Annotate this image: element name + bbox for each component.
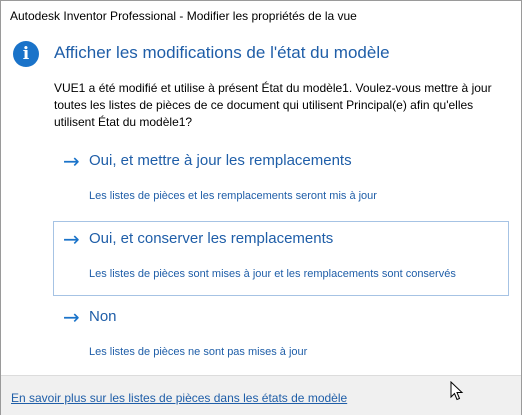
option-keep-overrides[interactable]: → Oui, et conserver les remplacements Le… [53,221,509,296]
info-icon: i [13,41,39,67]
dialog-window: Autodesk Inventor Professional - Modifie… [0,0,522,415]
dialog-content: i Afficher les modifications de l'état d… [1,31,521,371]
dialog-heading: Afficher les modifications de l'état du … [54,43,390,62]
mouse-pointer-icon [450,381,464,401]
option-description: Les listes de pièces ne sont pas mises à… [89,346,308,358]
arrow-right-icon: → [63,149,80,173]
option-no[interactable]: → Non Les listes de pièces ne sont pas m… [53,299,509,374]
dialog-message: VUE1 a été modifié et utilise à présent … [54,81,492,129]
option-description: Les listes de pièces sont mises à jour e… [89,268,456,280]
learn-more-link[interactable]: En savoir plus sur les listes de pièces … [11,391,347,405]
option-title: Oui, et conserver les remplacements [89,230,334,247]
option-description: Les listes de pièces et les remplacement… [89,190,377,202]
option-title: Non [89,308,117,325]
option-title: Oui, et mettre à jour les remplacements [89,152,352,169]
arrow-right-icon: → [63,305,80,329]
arrow-right-icon: → [63,227,80,251]
title-bar[interactable]: Autodesk Inventor Professional - Modifie… [1,1,521,31]
option-update-overrides[interactable]: → Oui, et mettre à jour les remplacement… [53,143,509,218]
dialog-footer: En savoir plus sur les listes de pièces … [1,375,521,415]
window-title: Autodesk Inventor Professional - Modifie… [10,9,357,23]
